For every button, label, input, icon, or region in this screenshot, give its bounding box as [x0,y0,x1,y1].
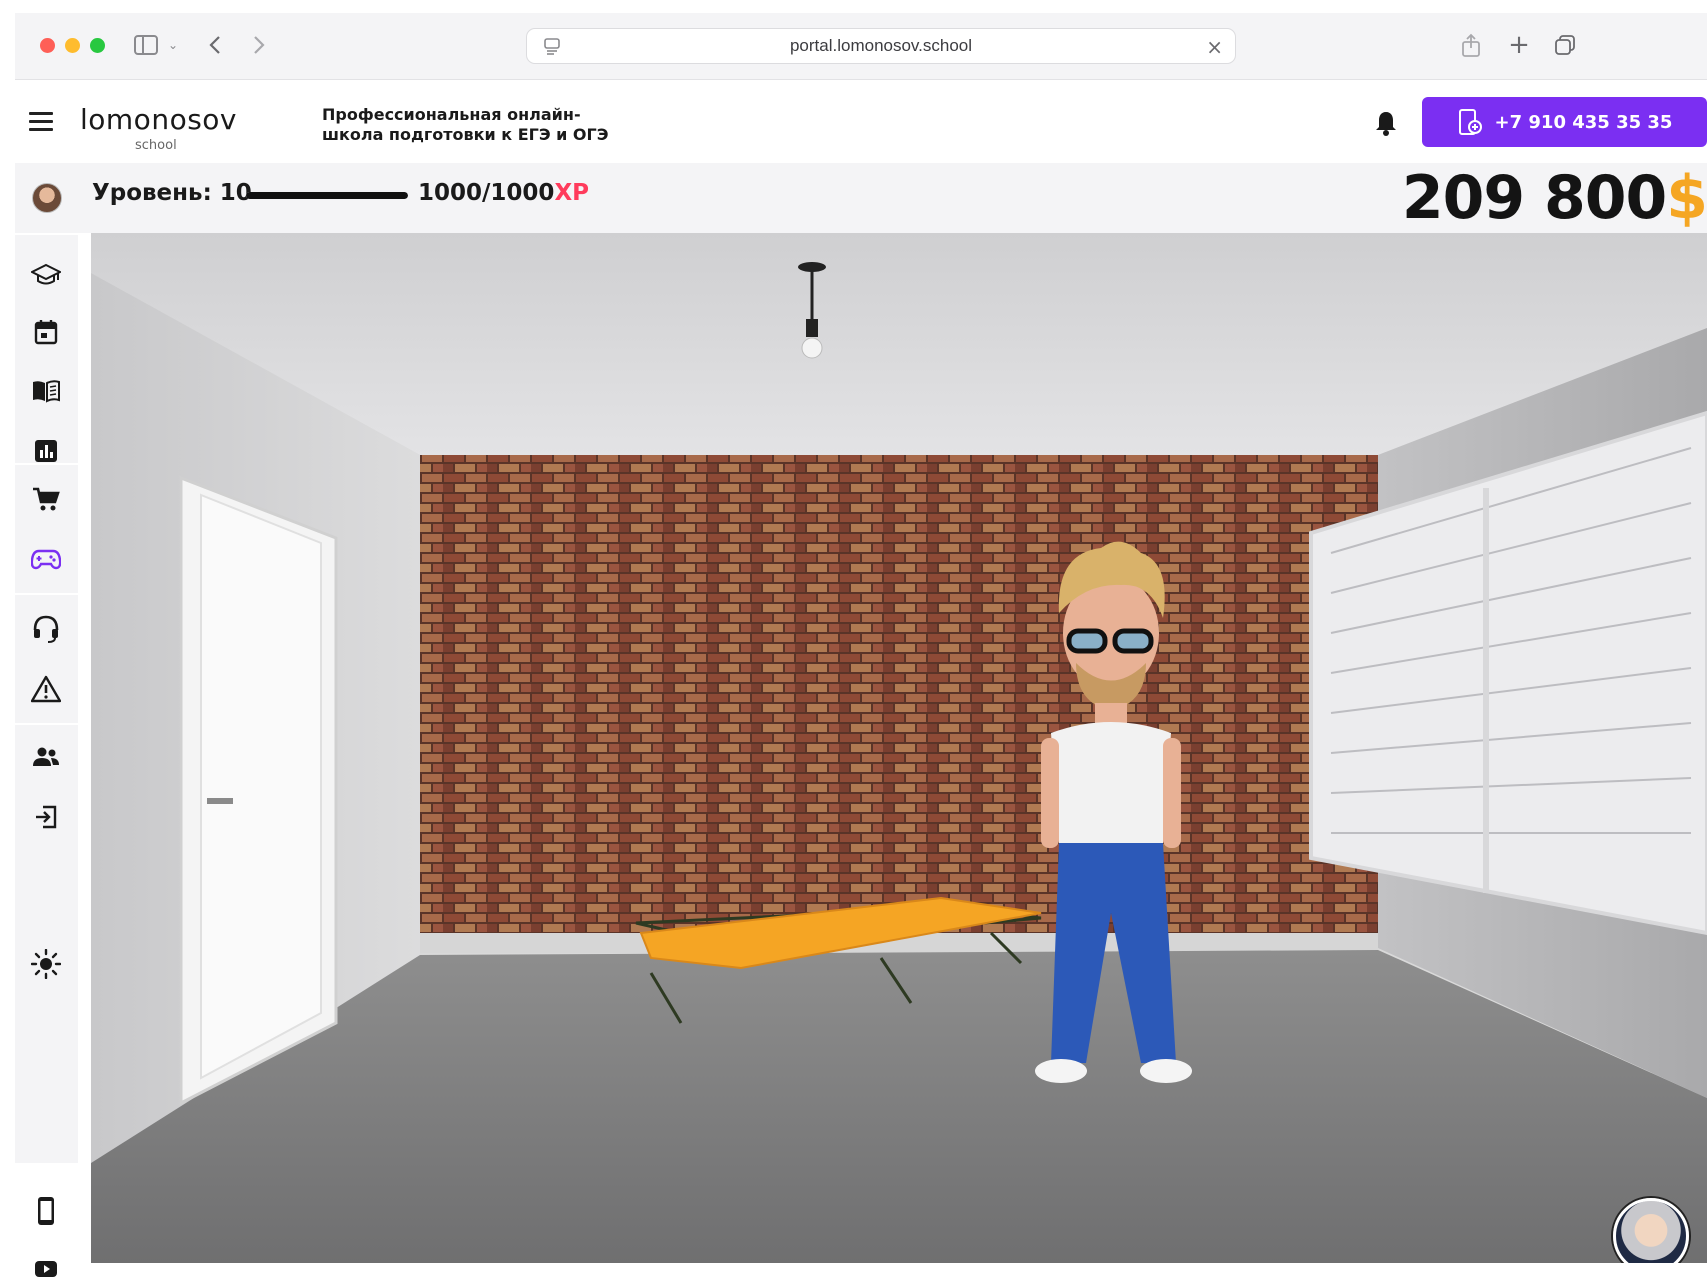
page-info-icon[interactable] [543,37,561,55]
back-button[interactable] [203,30,227,60]
forward-button[interactable] [247,30,271,60]
sidebar-divider [15,593,78,595]
xp-counter: 1000/1000XP [418,180,590,206]
sidebar-divider [15,233,78,235]
xp-progress-bar [246,192,408,199]
logo[interactable]: lomonosov school [80,103,237,153]
sidebar [15,163,78,1285]
new-tab-icon[interactable]: + [1505,30,1533,60]
calendar-icon[interactable] [30,316,62,348]
tagline: Профессиональная онлайн- школа подготовк… [322,105,609,144]
book-icon[interactable] [30,375,62,407]
close-window-button[interactable] [40,38,55,53]
avatar[interactable] [32,183,62,213]
bell-icon[interactable] [1373,109,1399,137]
tabs-overview-icon[interactable] [1551,30,1579,60]
cart-icon[interactable] [30,483,62,515]
maximize-window-button[interactable] [90,38,105,53]
address-bar[interactable]: portal.lomonosov.school × [526,28,1236,64]
phone-number: +7 910 435 35 35 [1494,111,1673,133]
sidebar-divider [15,463,78,465]
url-text: portal.lomonosov.school [789,36,973,55]
status-bar: Уровень: 10 1000/1000XP 209 800$ [78,163,1707,233]
youtube-icon[interactable] [30,1253,62,1285]
site-header: lomonosov school Профессиональная онлайн… [15,81,1707,163]
gamepad-icon[interactable] [30,543,62,575]
graduation-cap-icon[interactable] [30,259,62,291]
sun-icon[interactable] [30,948,62,980]
page-bottom [91,1263,1707,1285]
sidebar-bottom [15,1163,78,1285]
sidebar-divider [15,723,78,725]
xp-progress-fill [246,192,408,199]
users-icon[interactable] [30,741,62,773]
logout-icon[interactable] [30,801,62,833]
browser-toolbar: ⌄ portal.lomonosov.school × + [15,13,1707,80]
level-label: Уровень: 10 [92,180,252,206]
coin-balance: 209 800$ [1401,163,1707,233]
game-room-scene[interactable] [91,233,1707,1263]
menu-icon[interactable] [29,112,53,131]
close-icon[interactable]: × [1206,35,1223,59]
sidebar-toggle-icon[interactable] [131,30,161,60]
phone-call-button[interactable]: +7 910 435 35 35 [1422,97,1707,147]
room-illustration [91,233,1707,1263]
warning-icon[interactable] [30,673,62,705]
phone-icon [1458,109,1482,135]
mobile-icon[interactable] [30,1195,62,1227]
chevron-down-icon[interactable]: ⌄ [165,30,181,60]
headset-icon[interactable] [30,613,62,645]
share-icon[interactable] [1457,30,1485,60]
minimize-window-button[interactable] [65,38,80,53]
